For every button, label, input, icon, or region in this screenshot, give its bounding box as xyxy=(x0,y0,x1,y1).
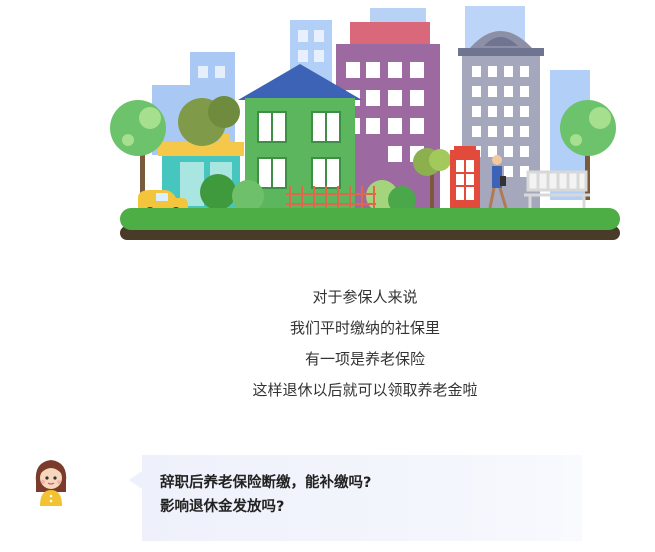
girl-avatar-icon xyxy=(35,460,67,506)
question-bubble: 辞职后养老保险断缴，能补缴吗? 影响退休金发放吗? xyxy=(142,455,582,541)
question-line-2: 影响退休金发放吗? xyxy=(160,499,285,515)
intro-text: 对于参保人来说 我们平时缴纳的社保里 有一项是养老保险 这样退休以后就可以领取养… xyxy=(0,282,655,406)
ground xyxy=(120,208,620,240)
intro-line: 我们平时缴纳的社保里 xyxy=(289,319,440,337)
speech-bubble-tail xyxy=(129,471,142,489)
intro-line: 有一项是养老保险 xyxy=(304,350,425,368)
intro-line: 这样退休以后就可以领取养老金啦 xyxy=(252,381,478,399)
question-line-1: 辞职后养老保险断缴，能补缴吗? xyxy=(160,475,372,491)
phone-booth xyxy=(450,146,480,210)
intro-line: 对于参保人来说 xyxy=(312,288,418,306)
city-illustration xyxy=(110,6,620,240)
